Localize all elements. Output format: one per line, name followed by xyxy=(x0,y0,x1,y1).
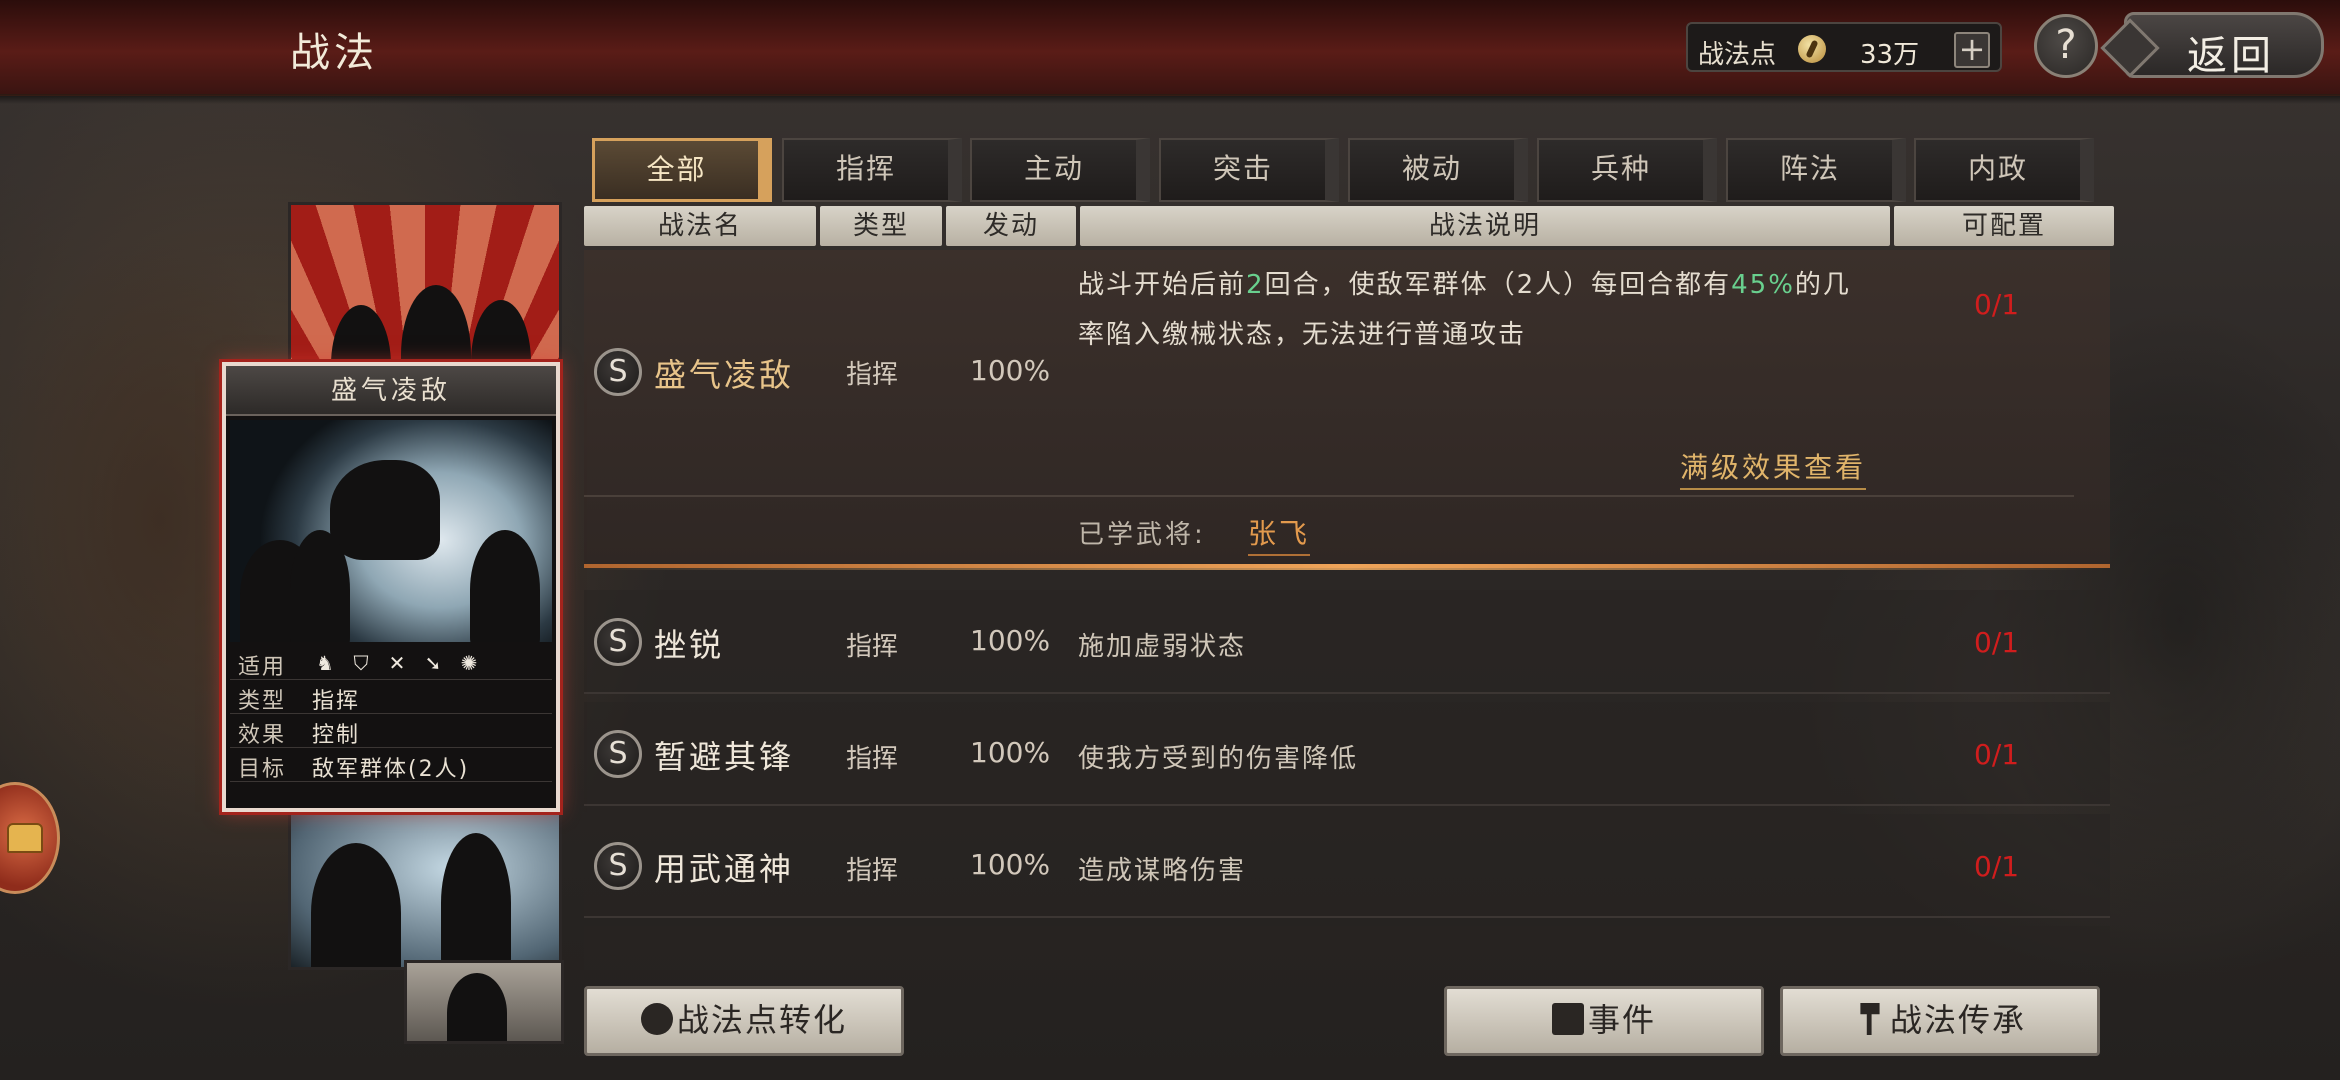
card-type-row: 类型 指挥 xyxy=(230,680,552,714)
card-target-value: 敌军群体(2人) xyxy=(312,757,470,782)
grade-badge: S xyxy=(594,842,642,890)
add-points-button[interactable]: + xyxy=(1954,32,1990,68)
column-name[interactable]: 战法名 xyxy=(584,206,816,246)
tactic-type: 指挥 xyxy=(846,360,899,390)
convert-points-label: 战法点转化 xyxy=(676,1001,847,1039)
top-bar: 战法 战法点 33万 + ? 返回 xyxy=(0,0,2340,104)
tab-active[interactable]: 主动 xyxy=(970,138,1150,202)
card-info: 适用 ♞ ⛉ ✕ ➘ ✺ 类型 指挥 效果 控制 目标 敌军群体(2人) xyxy=(230,646,552,782)
tactic-description: 战斗开始后前2回合，使敌军群体（2人）每回合都有45%的几率陷入缴械状态，无法进… xyxy=(1078,270,1851,350)
tactic-name: 挫锐 xyxy=(654,626,725,664)
tab-command[interactable]: 指挥 xyxy=(782,138,962,202)
tactic-rate: 100% xyxy=(970,848,1051,881)
column-rate[interactable]: 发动 xyxy=(946,206,1076,246)
grade-badge: S xyxy=(594,730,642,778)
page-title: 战法 xyxy=(290,30,378,76)
tactic-list: S 盛气凌敌 指挥 100% 战斗开始后前2回合，使敌军群体（2人）每回合都有4… xyxy=(584,250,2110,970)
column-configurable[interactable]: 可配置 xyxy=(1894,206,2114,246)
shield-icon: ⛉ xyxy=(353,651,369,675)
divider xyxy=(584,495,2074,497)
selected-tactic-card: 盛气凌敌 适用 ♞ ⛉ ✕ ➘ ✺ 类型 指挥 效果 控制 目标 敌军群体(2人 xyxy=(222,362,560,812)
tab-passive[interactable]: 被动 xyxy=(1348,138,1528,202)
tactic-config-count: 0/1 xyxy=(1974,738,2020,771)
tactic-config-count: 0/1 xyxy=(1974,288,2020,321)
tactic-rate: 100% xyxy=(970,624,1051,657)
chest-icon xyxy=(7,823,43,853)
tactic-config-count: 0/1 xyxy=(1974,626,2020,659)
tab-troop[interactable]: 兵种 xyxy=(1537,138,1717,202)
column-description: 战法说明 xyxy=(1080,206,1890,246)
events-label: 事件 xyxy=(1587,1001,1656,1039)
card-art-back xyxy=(288,800,562,970)
card-target-row: 目标 敌军群体(2人) xyxy=(230,748,552,782)
back-button[interactable]: 返回 xyxy=(2124,12,2324,79)
back-button-label: 返回 xyxy=(2187,33,2275,79)
card-applicable-row: 适用 ♞ ⛉ ✕ ➘ ✺ xyxy=(230,646,552,680)
learned-general-link[interactable]: 张飞 xyxy=(1248,512,1311,556)
card-effect-key: 效果 xyxy=(238,723,287,748)
card-effect-value: 控制 xyxy=(312,723,361,748)
category-tabs: 全部 指挥 主动 突击 被动 兵种 阵法 内政 xyxy=(592,138,2097,202)
tactic-name: 盛气凌敌 xyxy=(654,356,795,394)
card-title: 盛气凌敌 xyxy=(226,366,556,416)
tactic-config-count: 0/1 xyxy=(1974,850,2020,883)
tactic-row[interactable]: S 挫锐 指挥 100% 施加虚弱状态 0/1 xyxy=(584,590,2110,694)
coin-icon xyxy=(1798,35,1826,63)
tab-all[interactable]: 全部 xyxy=(592,138,772,202)
bow-icon: ✕ xyxy=(388,651,406,675)
points-drop-icon xyxy=(640,1003,673,1035)
card-effect-row: 效果 控制 xyxy=(230,714,552,748)
tactic-rate: 100% xyxy=(970,354,1051,387)
hammer-icon xyxy=(1860,1003,1880,1035)
tab-assault[interactable]: 突击 xyxy=(1159,138,1339,202)
tab-formation[interactable]: 阵法 xyxy=(1726,138,1906,202)
book-icon xyxy=(1551,1003,1584,1035)
tactic-points-value: 33万 xyxy=(1860,40,1920,70)
tactic-row-partial[interactable] xyxy=(584,926,2110,970)
tactic-row-expanded[interactable]: S 盛气凌敌 指挥 100% 战斗开始后前2回合，使敌军群体（2人）每回合都有4… xyxy=(584,250,2110,570)
inherit-tactic-label: 战法传承 xyxy=(1889,1001,2026,1039)
learned-generals-label: 已学武将: xyxy=(1078,520,1206,550)
card-target-key: 目标 xyxy=(238,757,287,782)
tactic-description: 造成谋略伤害 xyxy=(1078,856,1247,886)
max-level-effect-link[interactable]: 满级效果查看 xyxy=(1680,446,1867,490)
card-type-value: 指挥 xyxy=(312,689,361,714)
unit-type-icons: ♞ ⛉ ✕ ➘ ✺ xyxy=(312,650,482,676)
inherit-tactic-button[interactable]: 战法传承 xyxy=(1780,986,2100,1056)
column-type[interactable]: 类型 xyxy=(820,206,942,246)
cavalry-icon: ♞ xyxy=(316,651,334,675)
tactic-description: 使我方受到的伤害降低 xyxy=(1078,744,1359,774)
tactic-type: 指挥 xyxy=(846,744,899,774)
help-button[interactable]: ? xyxy=(2034,14,2098,78)
card-art-back xyxy=(404,960,564,1044)
card-applicable-key: 适用 xyxy=(238,655,287,680)
tactic-name: 暂避其锋 xyxy=(654,738,795,776)
card-art xyxy=(230,420,552,642)
tactic-description: 施加虚弱状态 xyxy=(1078,632,1247,662)
tab-internal[interactable]: 内政 xyxy=(1914,138,2094,202)
spear-icon: ➘ xyxy=(424,651,442,675)
siege-icon: ✺ xyxy=(460,651,478,675)
tactic-rate: 100% xyxy=(970,736,1051,769)
grade-badge: S xyxy=(594,348,642,396)
convert-points-button[interactable]: 战法点转化 xyxy=(584,986,904,1056)
tactic-row[interactable]: S 用武通神 指挥 100% 造成谋略伤害 0/1 xyxy=(584,814,2110,918)
tactic-row[interactable]: S 暂避其锋 指挥 100% 使我方受到的伤害降低 0/1 xyxy=(584,702,2110,806)
tactic-type: 指挥 xyxy=(846,856,899,886)
tactic-type: 指挥 xyxy=(846,632,899,662)
grade-badge: S xyxy=(594,618,642,666)
events-button[interactable]: 事件 xyxy=(1444,986,1764,1056)
tactic-points-display: 战法点 33万 + xyxy=(1686,22,2002,72)
card-type-key: 类型 xyxy=(238,689,287,714)
tactic-name: 用武通神 xyxy=(654,850,795,888)
tactic-points-label: 战法点 xyxy=(1698,40,1777,70)
